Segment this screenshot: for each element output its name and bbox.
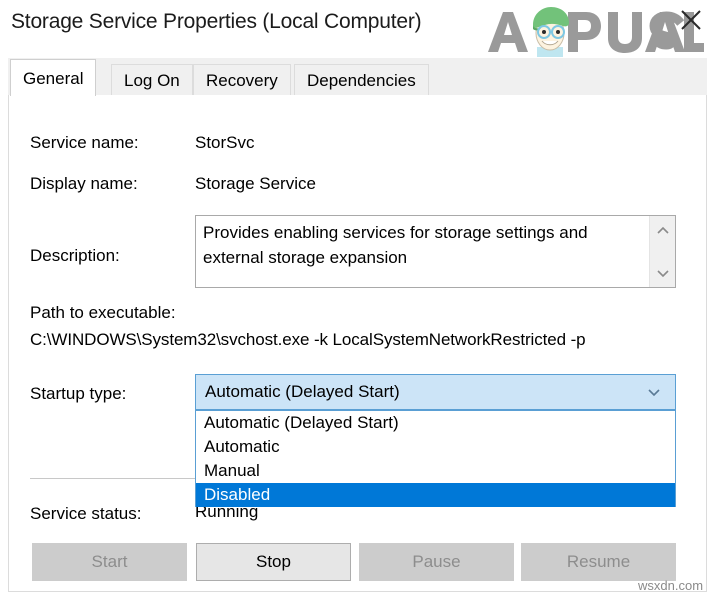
dropdown-option-automatic-delayed-start[interactable]: Automatic (Delayed Start): [196, 411, 675, 435]
source-watermark: wsxdn.com: [638, 578, 703, 593]
window-title: Storage Service Properties (Local Comput…: [11, 10, 421, 34]
description-scrollbar[interactable]: [649, 216, 675, 287]
tab-general[interactable]: General: [10, 59, 96, 96]
tab-strip: General Log On Recovery Dependencies: [8, 58, 707, 96]
tab-recovery[interactable]: Recovery: [193, 64, 291, 96]
description-text: Provides enabling services for storage s…: [203, 220, 628, 270]
dropdown-option-disabled[interactable]: Disabled: [196, 483, 675, 507]
service-status-label: Service status:: [30, 504, 142, 524]
path-to-executable-label: Path to executable:: [30, 303, 176, 323]
close-icon[interactable]: [672, 3, 710, 35]
appuals-watermark-logo: [484, 2, 704, 60]
tab-log-on[interactable]: Log On: [111, 64, 193, 96]
title-bar: Storage Service Properties (Local Comput…: [0, 0, 715, 56]
dropdown-option-automatic[interactable]: Automatic: [196, 435, 675, 459]
dropdown-option-manual[interactable]: Manual: [196, 459, 675, 483]
display-name-value: Storage Service: [195, 174, 316, 194]
chevron-down-icon[interactable]: [641, 375, 667, 409]
start-button[interactable]: Start: [32, 543, 187, 581]
display-name-label: Display name:: [30, 174, 138, 194]
resume-button[interactable]: Resume: [521, 543, 676, 581]
description-textarea[interactable]: Provides enabling services for storage s…: [195, 215, 676, 288]
stop-button[interactable]: Stop: [196, 543, 351, 581]
startup-type-combobox[interactable]: Automatic (Delayed Start): [195, 374, 676, 410]
startup-type-label: Startup type:: [30, 384, 126, 404]
service-properties-dialog: Storage Service Properties (Local Comput…: [0, 0, 715, 600]
description-label: Description:: [30, 246, 120, 266]
service-name-label: Service name:: [30, 133, 139, 153]
startup-type-dropdown-list[interactable]: Automatic (Delayed Start) Automatic Manu…: [195, 410, 676, 507]
pause-button[interactable]: Pause: [359, 543, 514, 581]
scroll-up-icon[interactable]: [650, 220, 676, 242]
tab-dependencies[interactable]: Dependencies: [294, 64, 429, 96]
path-to-executable-value: C:\WINDOWS\System32\svchost.exe -k Local…: [30, 330, 586, 350]
startup-type-selected-value: Automatic (Delayed Start): [205, 382, 400, 402]
scroll-down-icon[interactable]: [650, 262, 676, 284]
service-name-value: StorSvc: [195, 133, 255, 153]
